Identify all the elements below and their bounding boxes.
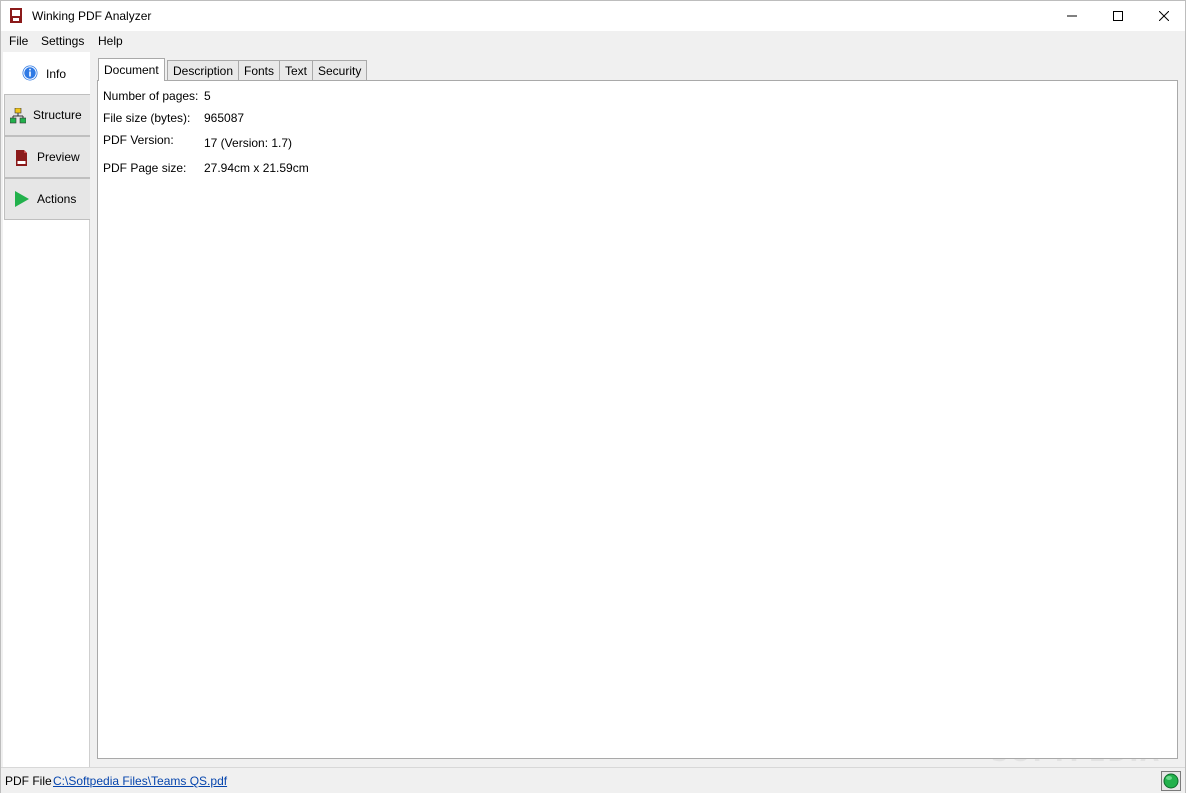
nav-item-structure[interactable]: Structure <box>4 94 90 136</box>
left-nav-panel: Info Structure Preview Actions <box>3 52 90 767</box>
document-info-panel: Number of pages: 5 File size (bytes): 96… <box>97 80 1178 759</box>
pdf-version-label: PDF Version: <box>103 133 174 147</box>
window-title: Winking PDF Analyzer <box>32 9 152 23</box>
pdf-file-path-link[interactable]: C:\Softpedia Files\Teams QS.pdf <box>53 774 227 788</box>
tab-description[interactable]: Description <box>167 60 240 81</box>
menu-file[interactable]: File <box>9 34 28 48</box>
tab-fonts[interactable]: Fonts <box>238 60 281 81</box>
minimize-icon <box>1067 15 1077 17</box>
tab-security[interactable]: Security <box>312 60 368 81</box>
tab-text[interactable]: Text <box>279 60 314 81</box>
nav-item-info[interactable]: Info <box>4 52 90 94</box>
status-indicator <box>1161 771 1181 791</box>
page-size-label: PDF Page size: <box>103 161 187 175</box>
file-size-value: 965087 <box>204 111 245 125</box>
status-ok-icon <box>1163 773 1179 789</box>
menu-settings[interactable]: Settings <box>41 34 84 48</box>
nav-label-preview: Preview <box>37 150 80 164</box>
nav-label-structure: Structure <box>33 108 82 122</box>
app-logo-icon <box>10 8 22 23</box>
close-button[interactable] <box>1141 1 1186 31</box>
minimize-button[interactable] <box>1049 1 1095 31</box>
pages-value: 5 <box>204 89 211 103</box>
menu-help[interactable]: Help <box>98 34 123 48</box>
nav-label-actions: Actions <box>37 192 77 206</box>
page-size-value: 27.94cm x 21.59cm <box>204 161 309 175</box>
app-window: Winking PDF Analyzer File Settings Help … <box>0 0 1186 793</box>
menu-bar: File Settings Help <box>1 31 1185 51</box>
nav-item-actions[interactable]: Actions <box>4 178 90 220</box>
tab-document[interactable]: Document <box>98 58 165 81</box>
pdf-version-value: 17 (Version: 1.7) <box>204 136 293 150</box>
title-bar: Winking PDF Analyzer <box>1 1 1185 31</box>
pages-label: Number of pages: <box>103 89 199 103</box>
pdf-file-icon <box>16 150 27 166</box>
pdf-file-label: PDF File <box>5 774 52 788</box>
nav-item-preview[interactable]: Preview <box>4 136 90 178</box>
info-icon <box>22 65 38 81</box>
maximize-button[interactable] <box>1095 1 1141 31</box>
status-bar: PDF File C:\Softpedia Files\Teams QS.pdf <box>1 767 1185 793</box>
structure-icon <box>10 108 26 124</box>
play-icon <box>15 191 29 207</box>
file-size-label: File size (bytes): <box>103 111 191 125</box>
maximize-icon <box>1113 11 1123 21</box>
nav-label-info: Info <box>46 67 67 81</box>
close-icon <box>1159 11 1169 21</box>
